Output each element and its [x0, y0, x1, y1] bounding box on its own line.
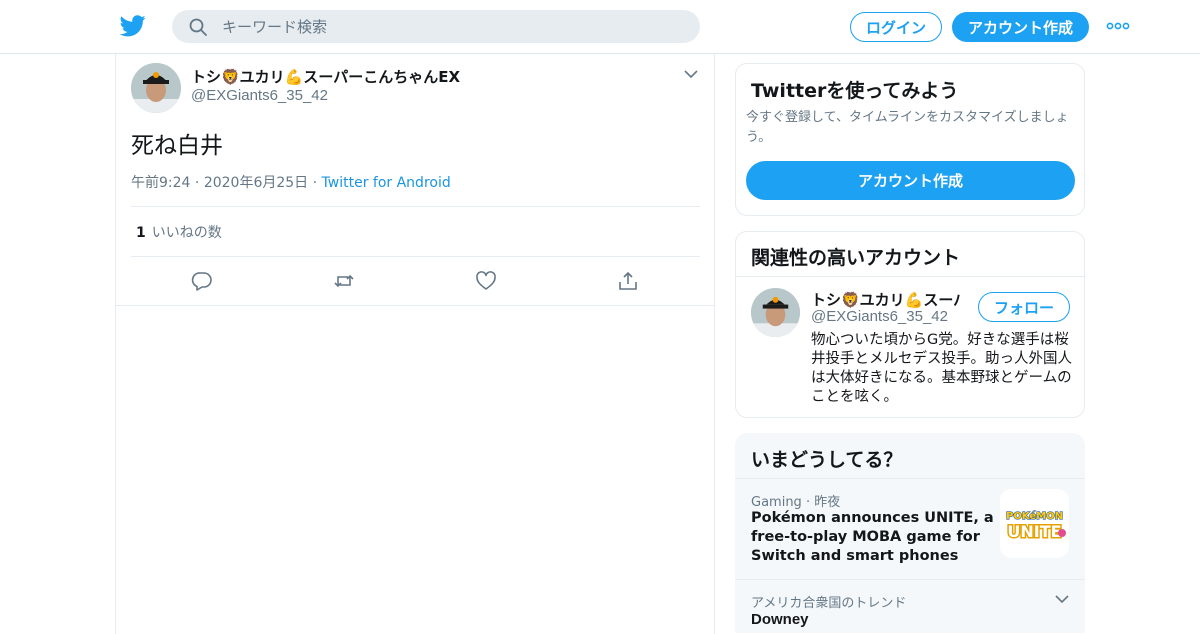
login-button[interactable]: ログイン — [850, 12, 942, 42]
trend-headline[interactable]: Pokémon announces UNITE, a free-to-play … — [751, 509, 996, 566]
signup-button[interactable]: アカウント作成 — [952, 12, 1089, 42]
divider — [131, 206, 700, 207]
tweet-date[interactable]: 2020年6月25日 — [204, 175, 308, 191]
top-navigation-bar: ログイン アカウント作成 — [0, 0, 1200, 54]
related-accounts-title: 関連性の高いアカウント — [751, 247, 961, 269]
signup-card-title: Twitterを使ってみよう — [751, 80, 959, 102]
svg-text:POKéMON: POKéMON — [1006, 510, 1063, 522]
signup-card: Twitterを使ってみよう 今すぐ登録して、タイムラインをカスタマイズしましょ… — [735, 63, 1085, 216]
divider — [735, 478, 1085, 479]
trend-meta: Gaming · 昨夜 — [751, 491, 840, 510]
related-account-name[interactable]: トシ🦁ユカリ💪スーパーこんちゃんEX — [811, 289, 961, 310]
display-name[interactable]: トシ🦁ユカリ💪スーパーこんちゃんEX — [191, 66, 460, 87]
like-icon[interactable] — [475, 270, 497, 292]
related-accounts-card: 関連性の高いアカウント トシ🦁ユカリ💪スーパーこんちゃんEX @EXGiants… — [735, 231, 1085, 418]
separator-dot: · — [308, 175, 322, 191]
retweet-icon[interactable] — [333, 270, 355, 292]
search-input[interactable] — [222, 17, 662, 36]
tweet-time[interactable]: 午前9:24 — [131, 175, 190, 191]
chevron-down-icon[interactable] — [1055, 594, 1069, 604]
like-count: 1 — [136, 225, 146, 241]
avatar-image — [751, 288, 800, 337]
separator-dot: · — [190, 175, 204, 191]
search-box[interactable] — [172, 10, 700, 43]
pokemon-unite-logo-icon: POKéMON UNITE — [1000, 489, 1069, 558]
reply-icon[interactable] — [191, 270, 213, 292]
tweet-source-link[interactable]: Twitter for Android — [322, 175, 451, 191]
trends-title: いまどうしてる？ — [751, 449, 903, 471]
like-stats[interactable]: 1 いいねの数 — [136, 222, 222, 242]
like-label: いいねの数 — [151, 225, 222, 241]
create-account-button[interactable]: アカウント作成 — [746, 161, 1075, 200]
divider — [131, 256, 700, 257]
related-account-handle[interactable]: @EXGiants6_35_42 — [811, 308, 948, 325]
separator-dot: · — [801, 495, 815, 510]
trends-card: いまどうしてる？ Gaming · 昨夜 Pokémon announces U… — [735, 433, 1085, 633]
main-column: トシ🦁ユカリ💪スーパーこんちゃんEX @EXGiants6_35_42 死ね白井… — [115, 54, 715, 634]
tweet: トシ🦁ユカリ💪スーパーこんちゃんEX @EXGiants6_35_42 死ね白井… — [116, 54, 715, 306]
twitter-bird-logo-icon[interactable] — [120, 14, 146, 38]
avatar[interactable] — [751, 288, 800, 337]
follow-button[interactable]: フォロー — [978, 292, 1070, 322]
avatar-image — [131, 63, 181, 113]
divider — [736, 276, 1084, 277]
divider — [735, 579, 1085, 580]
tweet-metadata: 午前9:24 · 2020年6月25日 · Twitter for Androi… — [131, 172, 451, 192]
trend-thumbnail[interactable]: POKéMON UNITE — [1000, 489, 1069, 558]
more-options-icon[interactable] — [1106, 18, 1130, 34]
trend-category: アメリカ合衆国のトレンド — [751, 596, 907, 611]
trend-name[interactable]: Downey — [751, 611, 809, 628]
signup-card-description: 今すぐ登録して、タイムラインをカスタマイズしましょう。 — [746, 110, 1069, 145]
svg-text:UNITE: UNITE — [1007, 522, 1061, 541]
chevron-down-icon[interactable] — [684, 69, 698, 79]
related-account-bio: 物心ついた頃からG党。好きな選手は桜井投手とメルセデス投手。助っ人外国人は大体好… — [811, 332, 1072, 405]
avatar[interactable] — [131, 63, 181, 113]
trend-category: Gaming — [751, 495, 802, 510]
trend-time: 昨夜 — [814, 495, 841, 510]
search-icon — [189, 18, 207, 36]
tweet-text: 死ね白井 — [131, 133, 223, 159]
user-handle[interactable]: @EXGiants6_35_42 — [191, 87, 328, 104]
share-icon[interactable] — [617, 270, 639, 292]
